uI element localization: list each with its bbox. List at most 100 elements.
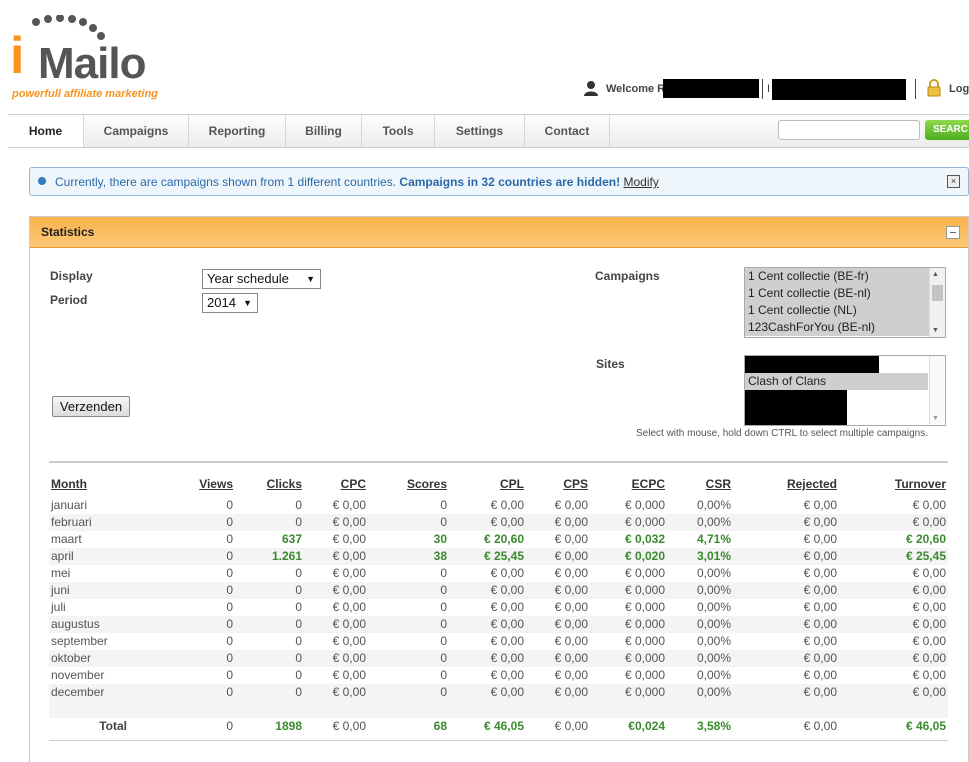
value-cell: € 0,000 (590, 616, 667, 633)
value-cell: € 0,00 (554, 566, 588, 580)
table-row: september 0 0 € 0,00 0 € 0,00 € 0,00 € 0,000 0,0… (49, 633, 948, 650)
nav-tools[interactable]: Tools (362, 115, 435, 147)
month-cell: juni (49, 582, 129, 599)
info-icon (38, 177, 46, 185)
value-cell: € 25,45 (449, 548, 526, 565)
value-cell: € 0,00 (490, 566, 524, 580)
empty-cell (235, 701, 304, 718)
value-cell: € 0,00 (526, 582, 590, 599)
table-bottom-rule (49, 740, 948, 741)
value-cell: € 0,00 (304, 514, 368, 531)
col-cpc[interactable]: CPC (304, 475, 368, 497)
value-cell: € 0,00 (554, 532, 588, 546)
value-cell: 30 (433, 532, 447, 546)
value-cell: 0 (440, 668, 447, 682)
total-cell: €0,024 (628, 719, 665, 733)
empty-cell (304, 701, 368, 718)
nav-billing[interactable]: Billing (286, 115, 362, 147)
nav-contact[interactable]: Contact (525, 115, 610, 147)
info-banner: Currently, there are campaigns shown fro… (29, 167, 969, 196)
value-cell: 4,71% (696, 532, 731, 546)
site-option[interactable]: Clash of Clans (745, 373, 928, 390)
period-select[interactable]: 2014 ▼ (202, 293, 258, 313)
value-cell: 0 (295, 498, 302, 512)
campaigns-scrollbar[interactable]: ▲ ▼ (929, 268, 945, 337)
search-button[interactable]: SEARC (925, 120, 969, 140)
nav-reporting[interactable]: Reporting (189, 115, 286, 147)
value-cell: 0 (235, 582, 304, 599)
campaigns-listbox[interactable]: 1 Cent collectie (BE-fr) 1 Cent collecti… (744, 267, 946, 338)
value-cell: 0,00% (696, 600, 731, 614)
scroll-thumb[interactable] (932, 285, 943, 301)
scroll-down-icon[interactable]: ▼ (932, 327, 939, 334)
value-cell: 0 (368, 650, 449, 667)
col-csr[interactable]: CSR (667, 475, 733, 497)
value-cell: € 0,00 (803, 498, 837, 512)
col-ecpc[interactable]: ECPC (590, 475, 667, 497)
col-month[interactable]: Month (49, 475, 129, 497)
scroll-up-icon[interactable]: ▲ (932, 271, 939, 278)
empty-cell (667, 701, 733, 718)
table-row: april 0 1.261 € 0,00 38 € 25,45 € 0,00 € 0,020 3… (49, 548, 948, 565)
sites-listbox[interactable]: Clash of Clans ▼ (744, 355, 946, 426)
value-cell: 0 (235, 650, 304, 667)
value-cell: € 0,00 (332, 668, 366, 682)
col-cpl[interactable]: CPL (449, 475, 526, 497)
value-cell: € 0,00 (490, 668, 524, 682)
total-row: Total 0 1898 € 0,00 68 € 46,05 € 0,00 €0,024 3,5… (49, 718, 948, 735)
value-cell: € 0,000 (624, 600, 665, 614)
value-cell: € 0,000 (590, 684, 667, 701)
scroll-down-icon[interactable]: ▼ (932, 415, 939, 422)
user-icon (584, 81, 598, 96)
account-link-marker[interactable]: I (767, 83, 770, 95)
value-cell: € 0,00 (912, 634, 946, 648)
col-scores[interactable]: Scores (368, 475, 449, 497)
campaign-option[interactable]: 1 Cent collectie (BE-fr) (745, 268, 945, 285)
value-cell: 0 (440, 634, 447, 648)
value-cell: € 0,00 (803, 600, 837, 614)
value-cell: € 0,000 (624, 668, 665, 682)
value-cell: € 0,00 (526, 616, 590, 633)
campaign-option[interactable]: 1 Cent collectie (NL) (745, 302, 945, 319)
col-views[interactable]: Views (129, 475, 235, 497)
table-spacer-row (49, 701, 948, 718)
value-cell: € 0,00 (803, 668, 837, 682)
redacted-site (745, 390, 847, 425)
total-cell: 68 (433, 719, 447, 733)
header-separator (915, 79, 916, 99)
display-select[interactable]: Year schedule ▼ (202, 269, 321, 289)
campaign-option[interactable]: 123CashForYou (BE-nl) (745, 319, 945, 336)
logout-link[interactable]: Log (949, 83, 969, 95)
nav-home[interactable]: Home (8, 115, 84, 147)
value-cell: € 0,00 (332, 600, 366, 614)
month-cell: april (49, 548, 129, 565)
col-clicks[interactable]: Clicks (235, 475, 304, 497)
col-rejected[interactable]: Rejected (733, 475, 839, 497)
value-cell: € 0,00 (332, 532, 366, 546)
value-cell: € 0,00 (526, 650, 590, 667)
value-cell: € 0,020 (590, 548, 667, 565)
search-input[interactable] (778, 120, 920, 140)
nav-settings[interactable]: Settings (435, 115, 525, 147)
minimize-icon[interactable] (946, 226, 960, 239)
nav-campaigns[interactable]: Campaigns (84, 115, 189, 147)
table-row: maart 0 637 € 0,00 30 € 20,60 € 0,00 € 0,032 4,7… (49, 531, 948, 548)
value-cell: 0,00% (667, 650, 733, 667)
value-cell: € 0,00 (490, 498, 524, 512)
col-turnover[interactable]: Turnover (839, 475, 948, 497)
value-cell: 0 (368, 684, 449, 701)
value-cell: € 20,60 (905, 532, 946, 546)
table-row: mei 0 0 € 0,00 0 € 0,00 € 0,00 € 0,000 0,00% € 0,… (49, 565, 948, 582)
col-cps[interactable]: CPS (526, 475, 590, 497)
campaign-option[interactable]: 1 Cent collectie (BE-nl) (745, 285, 945, 302)
submit-button[interactable]: Verzenden (52, 396, 130, 417)
empty-cell (49, 701, 129, 718)
value-cell: € 0,00 (912, 498, 946, 512)
month-cell: februari (49, 514, 129, 531)
sites-scrollbar[interactable]: ▼ (929, 356, 945, 425)
redacted-username (663, 79, 759, 98)
close-icon[interactable]: × (947, 175, 960, 188)
value-cell: € 0,00 (733, 650, 839, 667)
modify-link[interactable]: Modify (623, 175, 658, 189)
month-cell: december (49, 684, 129, 701)
